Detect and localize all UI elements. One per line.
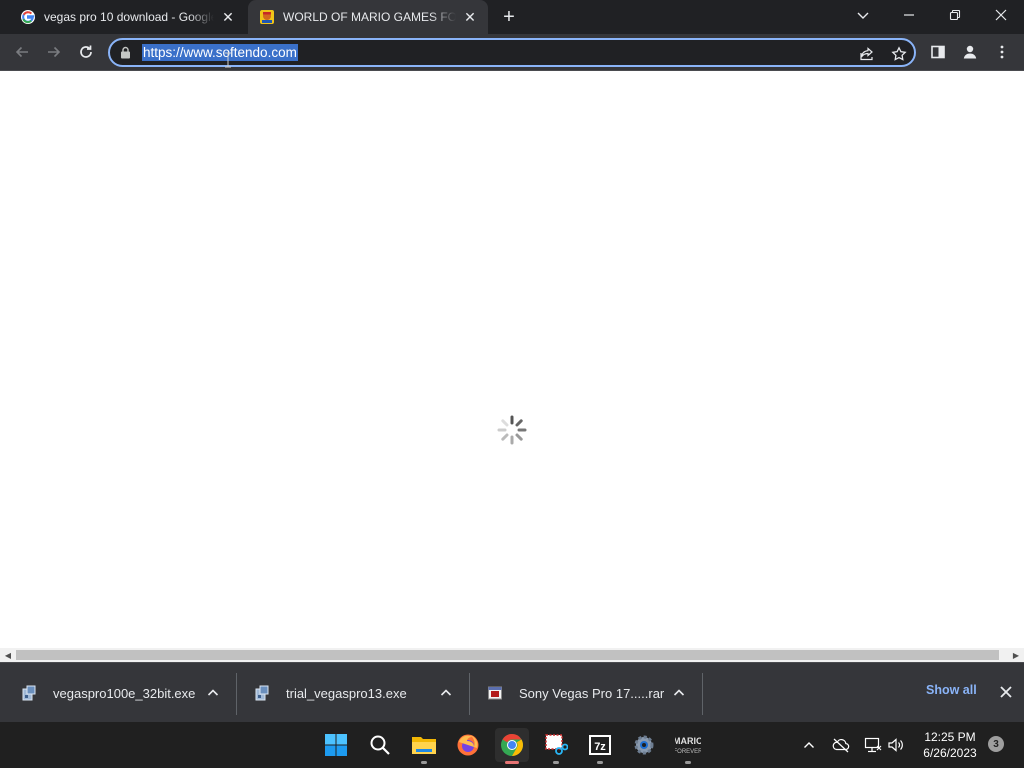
close-tab-icon[interactable]: ✕ xyxy=(220,9,236,25)
clock-date: 6/26/2023 xyxy=(923,746,977,760)
url-selection: https://www.softendo.com xyxy=(142,44,298,61)
forward-button[interactable] xyxy=(40,38,68,66)
side-panel-button[interactable] xyxy=(924,38,952,66)
menu-button[interactable] xyxy=(988,38,1016,66)
share-icon[interactable] xyxy=(858,45,876,63)
installer-icon xyxy=(254,685,270,701)
chevron-up-icon[interactable] xyxy=(438,685,454,701)
scroll-right-icon[interactable]: ▶ xyxy=(1009,648,1023,662)
7zip-icon: 7z xyxy=(589,735,611,755)
start-icon xyxy=(325,734,347,756)
download-filename: vegaspro100e_32bit.exe xyxy=(53,685,196,701)
mario-forever-icon: MARIO FOREVER xyxy=(675,736,701,755)
more-vert-icon xyxy=(1000,45,1004,59)
volume-control[interactable] xyxy=(885,734,907,756)
download-shelf: vegaspro100e_32bit.exe trial_vegaspro13.… xyxy=(0,662,1024,722)
download-divider xyxy=(236,673,237,715)
minimize-button[interactable] xyxy=(886,0,932,30)
side-panel-icon xyxy=(931,45,945,59)
close-window-button[interactable] xyxy=(978,0,1024,30)
settings-button[interactable] xyxy=(627,728,661,762)
download-item[interactable]: vegaspro100e_32bit.exe xyxy=(21,663,231,723)
chevron-up-icon[interactable] xyxy=(671,685,687,701)
mario-favicon xyxy=(259,9,275,25)
network-icon xyxy=(864,737,882,753)
bookmark-star-icon[interactable] xyxy=(890,45,908,63)
search-icon xyxy=(370,735,390,755)
chevron-up-icon[interactable] xyxy=(205,685,221,701)
horizontal-scrollbar[interactable]: ◀ ▶ xyxy=(0,648,1024,662)
download-item[interactable]: trial_vegaspro13.exe xyxy=(254,663,464,723)
tab-title: WORLD OF MARIO GAMES FOREVER xyxy=(283,10,456,24)
running-indicator xyxy=(421,761,427,764)
lock-icon[interactable] xyxy=(120,46,131,64)
7zip-button[interactable]: 7z xyxy=(583,728,617,764)
tab-strip: vegas pro 10 download - Google Search ✕ … xyxy=(0,0,1024,34)
svg-text:MARIO: MARIO xyxy=(675,736,701,746)
windows-taskbar: 7z MARIO FOREVER 12:25 PM 6/26/2023 3 xyxy=(0,722,1024,768)
speaker-icon xyxy=(888,738,903,752)
file-explorer-icon xyxy=(412,737,436,754)
running-indicator xyxy=(597,761,603,764)
back-button[interactable] xyxy=(8,38,36,66)
network-status[interactable] xyxy=(862,734,884,756)
firefox-icon xyxy=(457,734,479,756)
new-tab-button[interactable]: + xyxy=(498,6,520,28)
download-filename: Sony Vegas Pro 17.....rar xyxy=(519,685,665,701)
system-clock[interactable]: 12:25 PM 6/26/2023 xyxy=(916,729,984,761)
text-cursor-icon xyxy=(225,52,231,68)
installer-icon xyxy=(21,685,37,701)
close-tab-icon[interactable]: ✕ xyxy=(462,9,478,25)
close-download-shelf-icon[interactable] xyxy=(997,683,1015,701)
mario-forever-button[interactable]: MARIO FOREVER xyxy=(671,728,705,764)
loading-spinner-icon xyxy=(497,415,527,445)
taskbar-search-button[interactable] xyxy=(363,728,397,762)
onedrive-status[interactable] xyxy=(830,734,852,756)
notification-badge[interactable]: 3 xyxy=(988,736,1004,752)
profile-button[interactable] xyxy=(956,38,984,66)
back-arrow-icon xyxy=(15,46,28,58)
clock-time: 12:25 PM xyxy=(924,730,976,744)
tab-search-icon[interactable] xyxy=(840,0,886,30)
chrome-icon xyxy=(501,734,523,756)
google-icon xyxy=(20,9,36,25)
running-indicator xyxy=(553,761,559,764)
scrollbar-thumb[interactable] xyxy=(16,650,999,660)
show-all-downloads-link[interactable]: Show all xyxy=(926,683,977,697)
chrome-button[interactable] xyxy=(495,728,529,764)
download-divider xyxy=(469,673,470,715)
restore-button[interactable] xyxy=(932,0,978,30)
snipping-tool-button[interactable] xyxy=(539,728,573,764)
start-button[interactable] xyxy=(319,728,353,762)
svg-text:7z: 7z xyxy=(594,741,606,753)
tab-title: vegas pro 10 download - Google Search xyxy=(44,10,214,24)
chevron-up-icon xyxy=(804,742,814,748)
settings-icon xyxy=(634,735,654,755)
profile-icon xyxy=(963,45,977,59)
show-hidden-icons-button[interactable] xyxy=(798,734,820,756)
archive-icon xyxy=(487,685,503,701)
reload-icon xyxy=(80,45,92,58)
page-content xyxy=(0,71,1024,648)
reload-button[interactable] xyxy=(72,38,100,66)
running-indicator xyxy=(685,761,691,764)
firefox-button[interactable] xyxy=(451,728,485,762)
download-item[interactable]: Sony Vegas Pro 17.....rar xyxy=(487,663,697,723)
cloud-offline-icon xyxy=(832,738,850,753)
scroll-left-icon[interactable]: ◀ xyxy=(1,648,15,662)
url-text[interactable]: https://www.softendo.com xyxy=(142,44,298,61)
file-explorer-button[interactable] xyxy=(407,728,441,764)
download-filename: trial_vegaspro13.exe xyxy=(286,685,407,701)
svg-text:FOREVER: FOREVER xyxy=(675,749,701,755)
tab-google-search[interactable]: vegas pro 10 download - Google Search ✕ xyxy=(0,0,246,34)
browser-window: vegas pro 10 download - Google Search ✕ … xyxy=(0,0,1024,768)
running-indicator xyxy=(505,761,519,764)
browser-toolbar: https://www.softendo.com xyxy=(0,34,1024,71)
tab-mario-games[interactable]: WORLD OF MARIO GAMES FOREVER ✕ xyxy=(248,0,488,34)
forward-arrow-icon xyxy=(48,46,61,58)
download-divider xyxy=(702,673,703,715)
snipping-tool-icon xyxy=(545,734,568,755)
